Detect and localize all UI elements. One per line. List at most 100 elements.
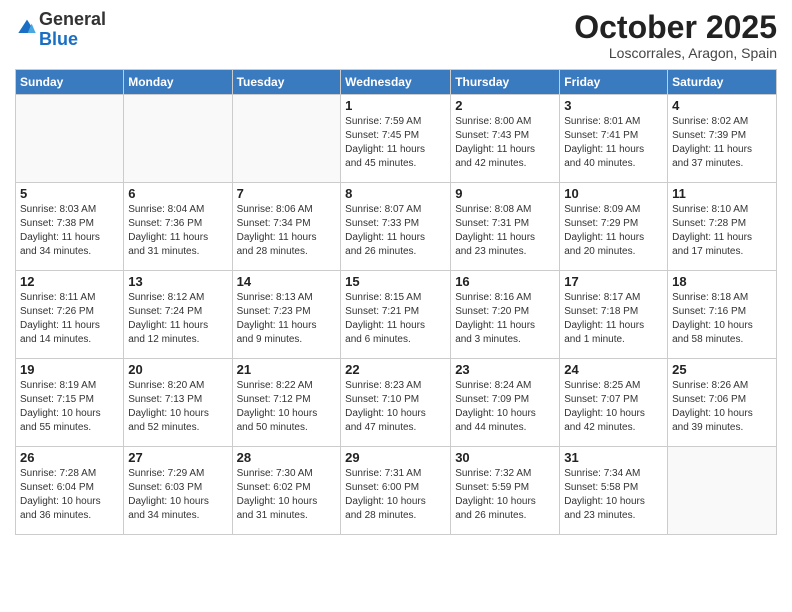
table-row: 16 Sunrise: 8:16 AM Sunset: 7:20 PM Dayli… [451,271,560,359]
table-row: 1 Sunrise: 7:59 AM Sunset: 7:45 PM Daylig… [341,95,451,183]
calendar-week-row: 26Sunrise: 7:28 AM Sunset: 6:04 PM Dayli… [16,447,777,535]
header-sunday: Sunday [16,70,124,95]
table-row: 2 Sunrise: 8:00 AM Sunset: 7:43 PM Daylig… [451,95,560,183]
day-info: Sunrise: 8:03 AM Sunset: 7:38 PM Dayligh… [20,203,119,259]
table-row: 6 Sunrise: 8:04 AM Sunset: 7:36 PM Daylig… [124,183,232,271]
day-number: 12 [20,274,119,289]
day-number: 30 [455,450,555,465]
calendar-table: Sunday Monday Tuesday Wednesday Thursday… [15,69,777,535]
day-number: 31 [564,450,663,465]
table-row: 22 Sunrise: 8:23 AM Sunset: 7:10 PM Dayli… [341,359,451,447]
day-info: Sunrise: 8:02 AM Sunset: 7:39 PM Dayligh… [672,115,772,171]
day-info: Sunrise: 8:09 AM Sunset: 7:29 PM Dayligh… [564,203,663,259]
table-row: 14Sunrise: 8:13 AM Sunset: 7:23 PM Dayli… [232,271,341,359]
location: Loscorrales, Aragon, Spain [574,45,777,61]
day-number: 24 [564,362,663,377]
day-info: Sunrise: 7:34 AM Sunset: 5:58 PM Dayligh… [564,467,663,523]
header-saturday: Saturday [668,70,777,95]
logo-general-text: General [39,9,106,29]
day-info: Sunrise: 8:04 AM Sunset: 7:36 PM Dayligh… [128,203,227,259]
table-row: 3 Sunrise: 8:01 AM Sunset: 7:41 PM Daylig… [560,95,668,183]
day-info: Sunrise: 7:31 AM Sunset: 6:00 PM Dayligh… [345,467,446,523]
day-number: 8 [345,186,446,201]
table-row: 25 Sunrise: 8:26 AM Sunset: 7:06 PM Dayli… [668,359,777,447]
day-info: Sunrise: 8:08 AM Sunset: 7:31 PM Dayligh… [455,203,555,259]
table-row: 27Sunrise: 7:29 AM Sunset: 6:03 PM Dayli… [124,447,232,535]
table-row: 20Sunrise: 8:20 AM Sunset: 7:13 PM Dayli… [124,359,232,447]
header-monday: Monday [124,70,232,95]
table-row: 12 Sunrise: 8:11 AM Sunset: 7:26 PM Dayli… [16,271,124,359]
logo-blue-text: Blue [39,29,78,49]
day-info: Sunrise: 8:00 AM Sunset: 7:43 PM Dayligh… [455,115,555,171]
day-number: 1 [345,98,446,113]
day-info: Sunrise: 8:01 AM Sunset: 7:41 PM Dayligh… [564,115,663,171]
day-info: Sunrise: 8:11 AM Sunset: 7:26 PM Dayligh… [20,291,119,347]
calendar-week-row: 5 Sunrise: 8:03 AM Sunset: 7:38 PM Daylig… [16,183,777,271]
table-row: 9 Sunrise: 8:08 AM Sunset: 7:31 PM Daylig… [451,183,560,271]
table-row: 13 Sunrise: 8:12 AM Sunset: 7:24 PM Dayli… [124,271,232,359]
day-number: 17 [564,274,663,289]
month-title: October 2025 [574,10,777,45]
day-info: Sunrise: 8:26 AM Sunset: 7:06 PM Dayligh… [672,379,772,435]
table-row: 31 Sunrise: 7:34 AM Sunset: 5:58 PM Dayli… [560,447,668,535]
day-info: Sunrise: 8:23 AM Sunset: 7:10 PM Dayligh… [345,379,446,435]
table-row: 11 Sunrise: 8:10 AM Sunset: 7:28 PM Dayli… [668,183,777,271]
day-number: 15 [345,274,446,289]
table-row: 29Sunrise: 7:31 AM Sunset: 6:00 PM Dayli… [341,447,451,535]
day-number: 19 [20,362,119,377]
day-info: Sunrise: 8:12 AM Sunset: 7:24 PM Dayligh… [128,291,227,347]
table-row: 5 Sunrise: 8:03 AM Sunset: 7:38 PM Daylig… [16,183,124,271]
day-info: Sunrise: 8:22 AM Sunset: 7:12 PM Dayligh… [237,379,337,435]
logo-icon [17,17,37,37]
day-number: 11 [672,186,772,201]
day-info: Sunrise: 7:32 AM Sunset: 5:59 PM Dayligh… [455,467,555,523]
day-number: 9 [455,186,555,201]
header-tuesday: Tuesday [232,70,341,95]
day-info: Sunrise: 7:30 AM Sunset: 6:02 PM Dayligh… [237,467,337,523]
day-info: Sunrise: 8:25 AM Sunset: 7:07 PM Dayligh… [564,379,663,435]
day-number: 14 [237,274,337,289]
day-number: 26 [20,450,119,465]
day-info: Sunrise: 8:19 AM Sunset: 7:15 PM Dayligh… [20,379,119,435]
header-thursday: Thursday [451,70,560,95]
day-number: 2 [455,98,555,113]
page: General Blue October 2025 Loscorrales, A… [0,0,792,612]
day-number: 28 [237,450,337,465]
day-info: Sunrise: 8:15 AM Sunset: 7:21 PM Dayligh… [345,291,446,347]
day-info: Sunrise: 7:59 AM Sunset: 7:45 PM Dayligh… [345,115,446,171]
header-friday: Friday [560,70,668,95]
table-row: 24 Sunrise: 8:25 AM Sunset: 7:07 PM Dayli… [560,359,668,447]
table-row: 18Sunrise: 8:18 AM Sunset: 7:16 PM Dayli… [668,271,777,359]
day-number: 3 [564,98,663,113]
day-info: Sunrise: 8:10 AM Sunset: 7:28 PM Dayligh… [672,203,772,259]
day-number: 23 [455,362,555,377]
table-row: 10Sunrise: 8:09 AM Sunset: 7:29 PM Dayli… [560,183,668,271]
table-row [124,95,232,183]
day-info: Sunrise: 7:29 AM Sunset: 6:03 PM Dayligh… [128,467,227,523]
table-row: 17Sunrise: 8:17 AM Sunset: 7:18 PM Dayli… [560,271,668,359]
calendar-week-row: 1 Sunrise: 7:59 AM Sunset: 7:45 PM Daylig… [16,95,777,183]
day-number: 5 [20,186,119,201]
day-number: 25 [672,362,772,377]
table-row: 7Sunrise: 8:06 AM Sunset: 7:34 PM Daylig… [232,183,341,271]
day-number: 7 [237,186,337,201]
day-number: 4 [672,98,772,113]
day-info: Sunrise: 8:24 AM Sunset: 7:09 PM Dayligh… [455,379,555,435]
day-number: 13 [128,274,227,289]
table-row: 19 Sunrise: 8:19 AM Sunset: 7:15 PM Dayli… [16,359,124,447]
logo: General Blue [15,10,106,50]
title-block: October 2025 Loscorrales, Aragon, Spain [574,10,777,61]
table-row: 21Sunrise: 8:22 AM Sunset: 7:12 PM Dayli… [232,359,341,447]
table-row: 4 Sunrise: 8:02 AM Sunset: 7:39 PM Daylig… [668,95,777,183]
table-row: 28 Sunrise: 7:30 AM Sunset: 6:02 PM Dayli… [232,447,341,535]
day-number: 6 [128,186,227,201]
day-number: 16 [455,274,555,289]
table-row: 15 Sunrise: 8:15 AM Sunset: 7:21 PM Dayli… [341,271,451,359]
day-number: 18 [672,274,772,289]
day-number: 22 [345,362,446,377]
day-info: Sunrise: 8:16 AM Sunset: 7:20 PM Dayligh… [455,291,555,347]
weekday-header-row: Sunday Monday Tuesday Wednesday Thursday… [16,70,777,95]
table-row [16,95,124,183]
table-row [668,447,777,535]
table-row: 26Sunrise: 7:28 AM Sunset: 6:04 PM Dayli… [16,447,124,535]
